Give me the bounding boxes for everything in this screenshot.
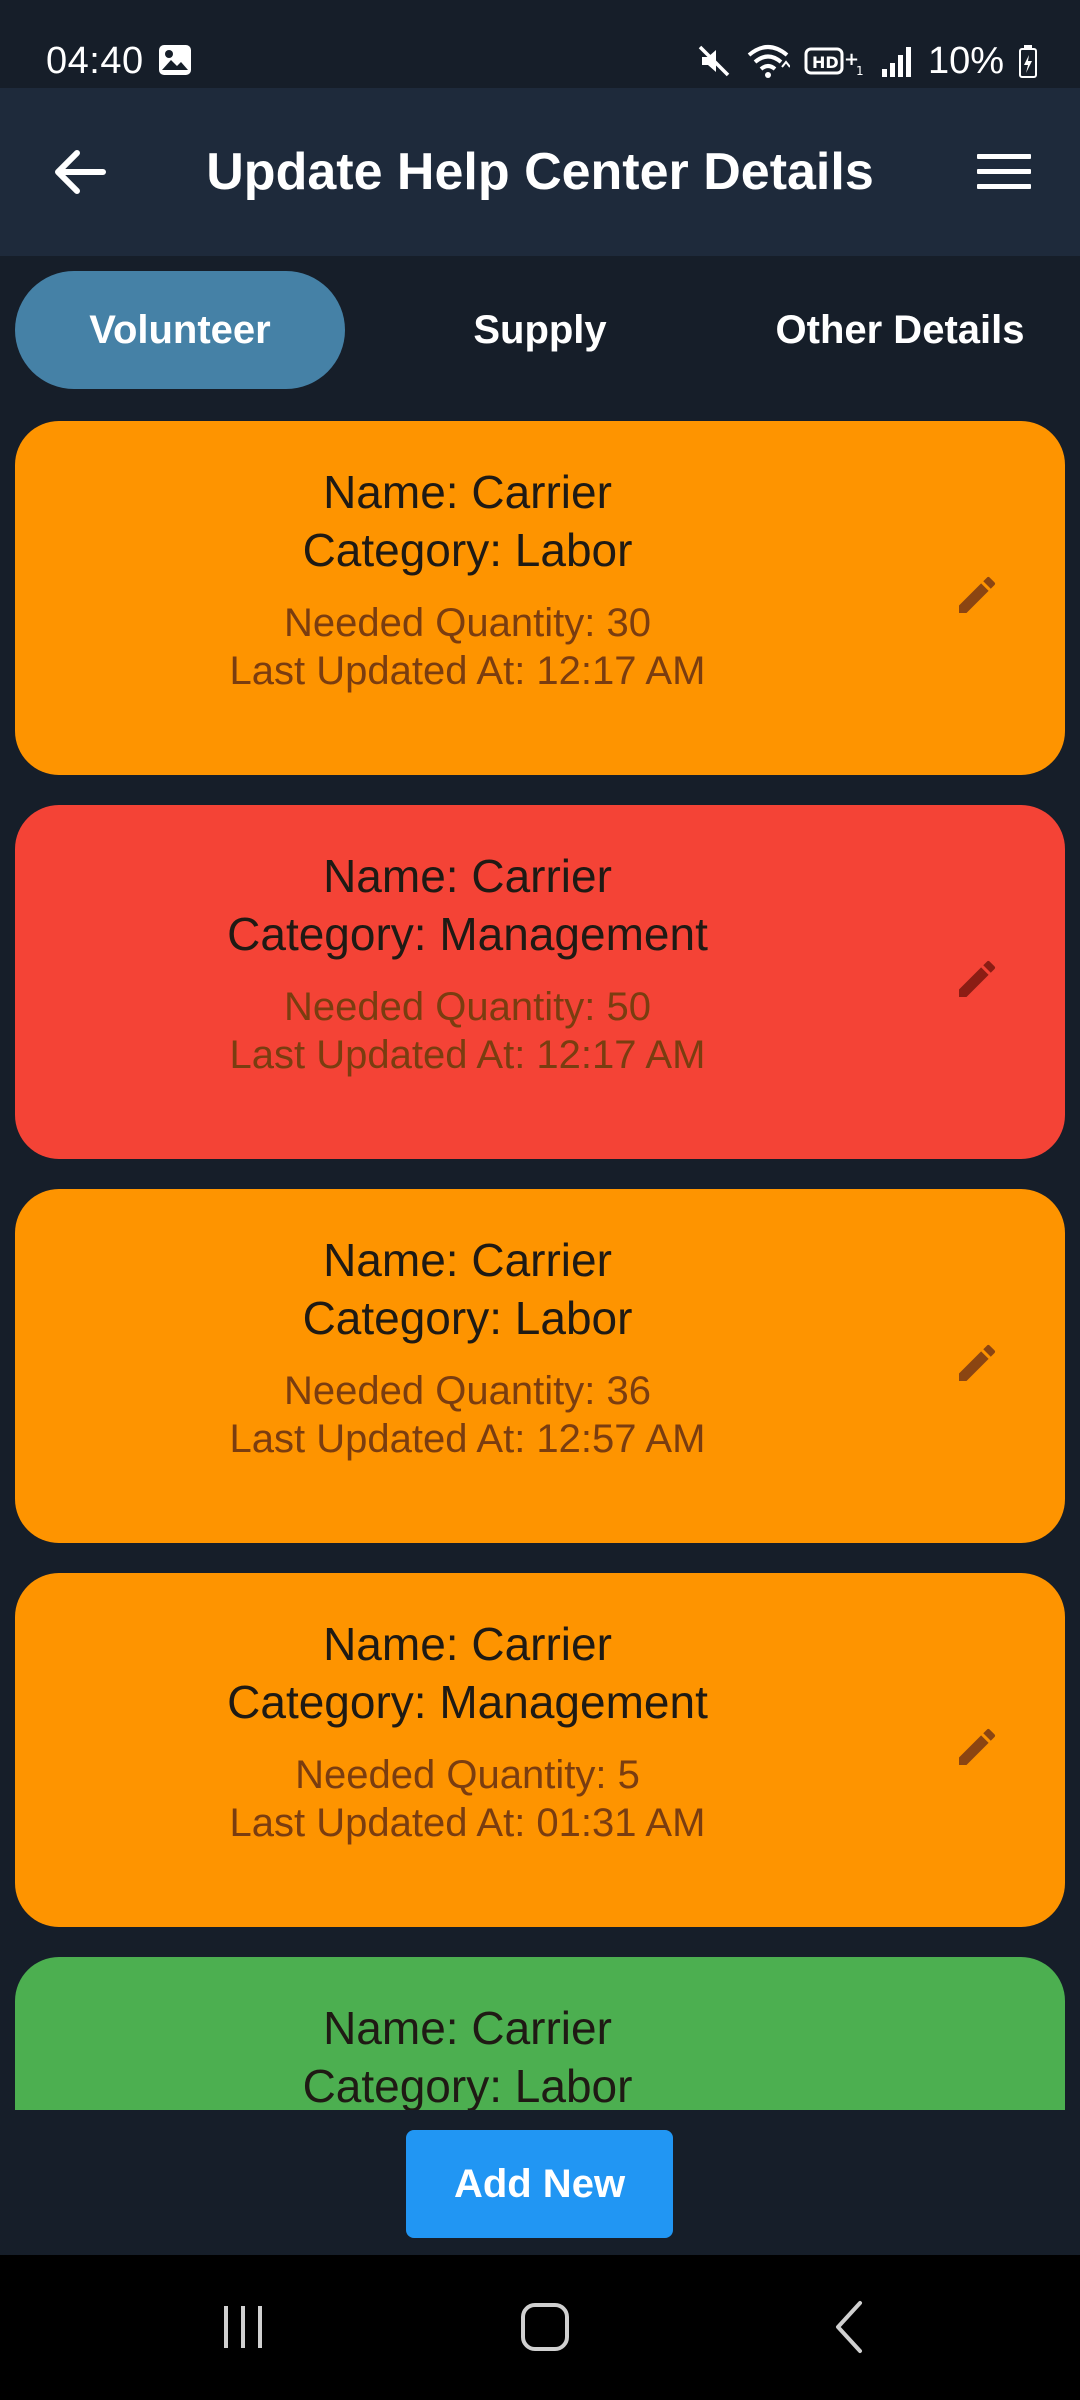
card-category: Category: Labor bbox=[302, 524, 633, 576]
edit-button[interactable] bbox=[927, 2081, 1027, 2110]
volunteer-list[interactable]: Name: Carrier Category: Labor Needed Qua… bbox=[0, 396, 1080, 2110]
menu-button[interactable] bbox=[964, 132, 1044, 212]
card-name: Name: Carrier bbox=[323, 2002, 612, 2054]
home-icon bbox=[521, 2303, 569, 2351]
back-icon bbox=[836, 2301, 862, 2353]
tab-supply[interactable]: Supply bbox=[400, 271, 680, 389]
card-updated: Last Updated At: 12:17 AM bbox=[229, 649, 706, 693]
card-details: Name: Carrier Category: Labor bbox=[15, 1999, 920, 2110]
recents-button[interactable] bbox=[183, 2277, 303, 2377]
back-button[interactable] bbox=[40, 132, 120, 212]
card-quantity: Needed Quantity: 36 bbox=[284, 1369, 651, 1413]
list-item[interactable]: Name: Carrier Category: Management Neede… bbox=[15, 1573, 1065, 1927]
signal-icon bbox=[881, 47, 911, 77]
battery-percent: 10% bbox=[927, 40, 1004, 82]
edit-button[interactable] bbox=[927, 545, 1027, 645]
tab-volunteer[interactable]: Volunteer bbox=[15, 271, 345, 389]
status-time: 04:40 bbox=[46, 40, 144, 82]
card-details: Name: Carrier Category: Labor Needed Qua… bbox=[15, 1231, 920, 1463]
add-new-button[interactable]: Add New bbox=[406, 2130, 673, 2238]
card-category: Category: Management bbox=[227, 908, 708, 960]
edit-button[interactable] bbox=[927, 929, 1027, 1029]
page-title: Update Help Center Details bbox=[206, 143, 874, 201]
status-bar: 04:40 HD + 1 10% bbox=[0, 0, 1080, 88]
home-button[interactable] bbox=[485, 2277, 605, 2377]
card-quantity: Needed Quantity: 5 bbox=[295, 1753, 640, 1797]
wifi-icon bbox=[747, 45, 790, 78]
recents-icon bbox=[224, 2306, 262, 2348]
pencil-icon bbox=[959, 960, 996, 997]
card-name: Name: Carrier bbox=[323, 1234, 612, 1286]
card-details: Name: Carrier Category: Management Neede… bbox=[15, 847, 920, 1079]
card-details: Name: Carrier Category: Labor Needed Qua… bbox=[15, 463, 920, 695]
hd-voice-icon: HD + 1 bbox=[804, 47, 864, 78]
list-item[interactable]: Name: Carrier Category: Labor Needed Qua… bbox=[15, 1189, 1065, 1543]
card-category: Category: Labor bbox=[302, 2060, 633, 2110]
edit-button[interactable] bbox=[927, 1313, 1027, 1413]
list-item[interactable]: Name: Carrier Category: Management Neede… bbox=[15, 805, 1065, 1159]
card-updated: Last Updated At: 12:57 AM bbox=[229, 1417, 706, 1461]
battery-icon bbox=[1019, 45, 1037, 78]
card-name: Name: Carrier bbox=[323, 1618, 612, 1670]
bottom-action-area: Add New bbox=[0, 2110, 1080, 2255]
app-bar: Update Help Center Details bbox=[0, 88, 1080, 256]
svg-text:HD: HD bbox=[812, 53, 839, 72]
tab-other-details[interactable]: Other Details bbox=[740, 271, 1060, 389]
list-item[interactable]: Name: Carrier Category: Labor bbox=[15, 1957, 1065, 2110]
card-updated: Last Updated At: 12:17 AM bbox=[229, 1033, 706, 1077]
pencil-icon bbox=[959, 1728, 996, 1765]
card-details: Name: Carrier Category: Management Neede… bbox=[15, 1615, 920, 1847]
arrow-left-icon bbox=[55, 150, 106, 194]
card-category: Category: Labor bbox=[302, 1292, 633, 1344]
card-name: Name: Carrier bbox=[323, 466, 612, 518]
system-nav-bar bbox=[0, 2255, 1080, 2400]
card-category: Category: Management bbox=[227, 1676, 708, 1728]
svg-text:1: 1 bbox=[856, 64, 864, 78]
hamburger-menu-icon bbox=[977, 154, 1031, 189]
pencil-icon bbox=[959, 1344, 996, 1381]
card-quantity: Needed Quantity: 30 bbox=[284, 601, 651, 645]
card-quantity: Needed Quantity: 50 bbox=[284, 985, 651, 1029]
list-item[interactable]: Name: Carrier Category: Labor Needed Qua… bbox=[15, 421, 1065, 775]
card-updated: Last Updated At: 01:31 AM bbox=[229, 1801, 706, 1845]
tab-bar: Volunteer Supply Other Details bbox=[0, 256, 1080, 396]
nav-back-button[interactable] bbox=[790, 2277, 910, 2377]
image-icon bbox=[159, 45, 191, 75]
mute-icon bbox=[698, 45, 730, 77]
pencil-icon bbox=[959, 576, 996, 613]
edit-button[interactable] bbox=[927, 1697, 1027, 1797]
card-name: Name: Carrier bbox=[323, 850, 612, 902]
